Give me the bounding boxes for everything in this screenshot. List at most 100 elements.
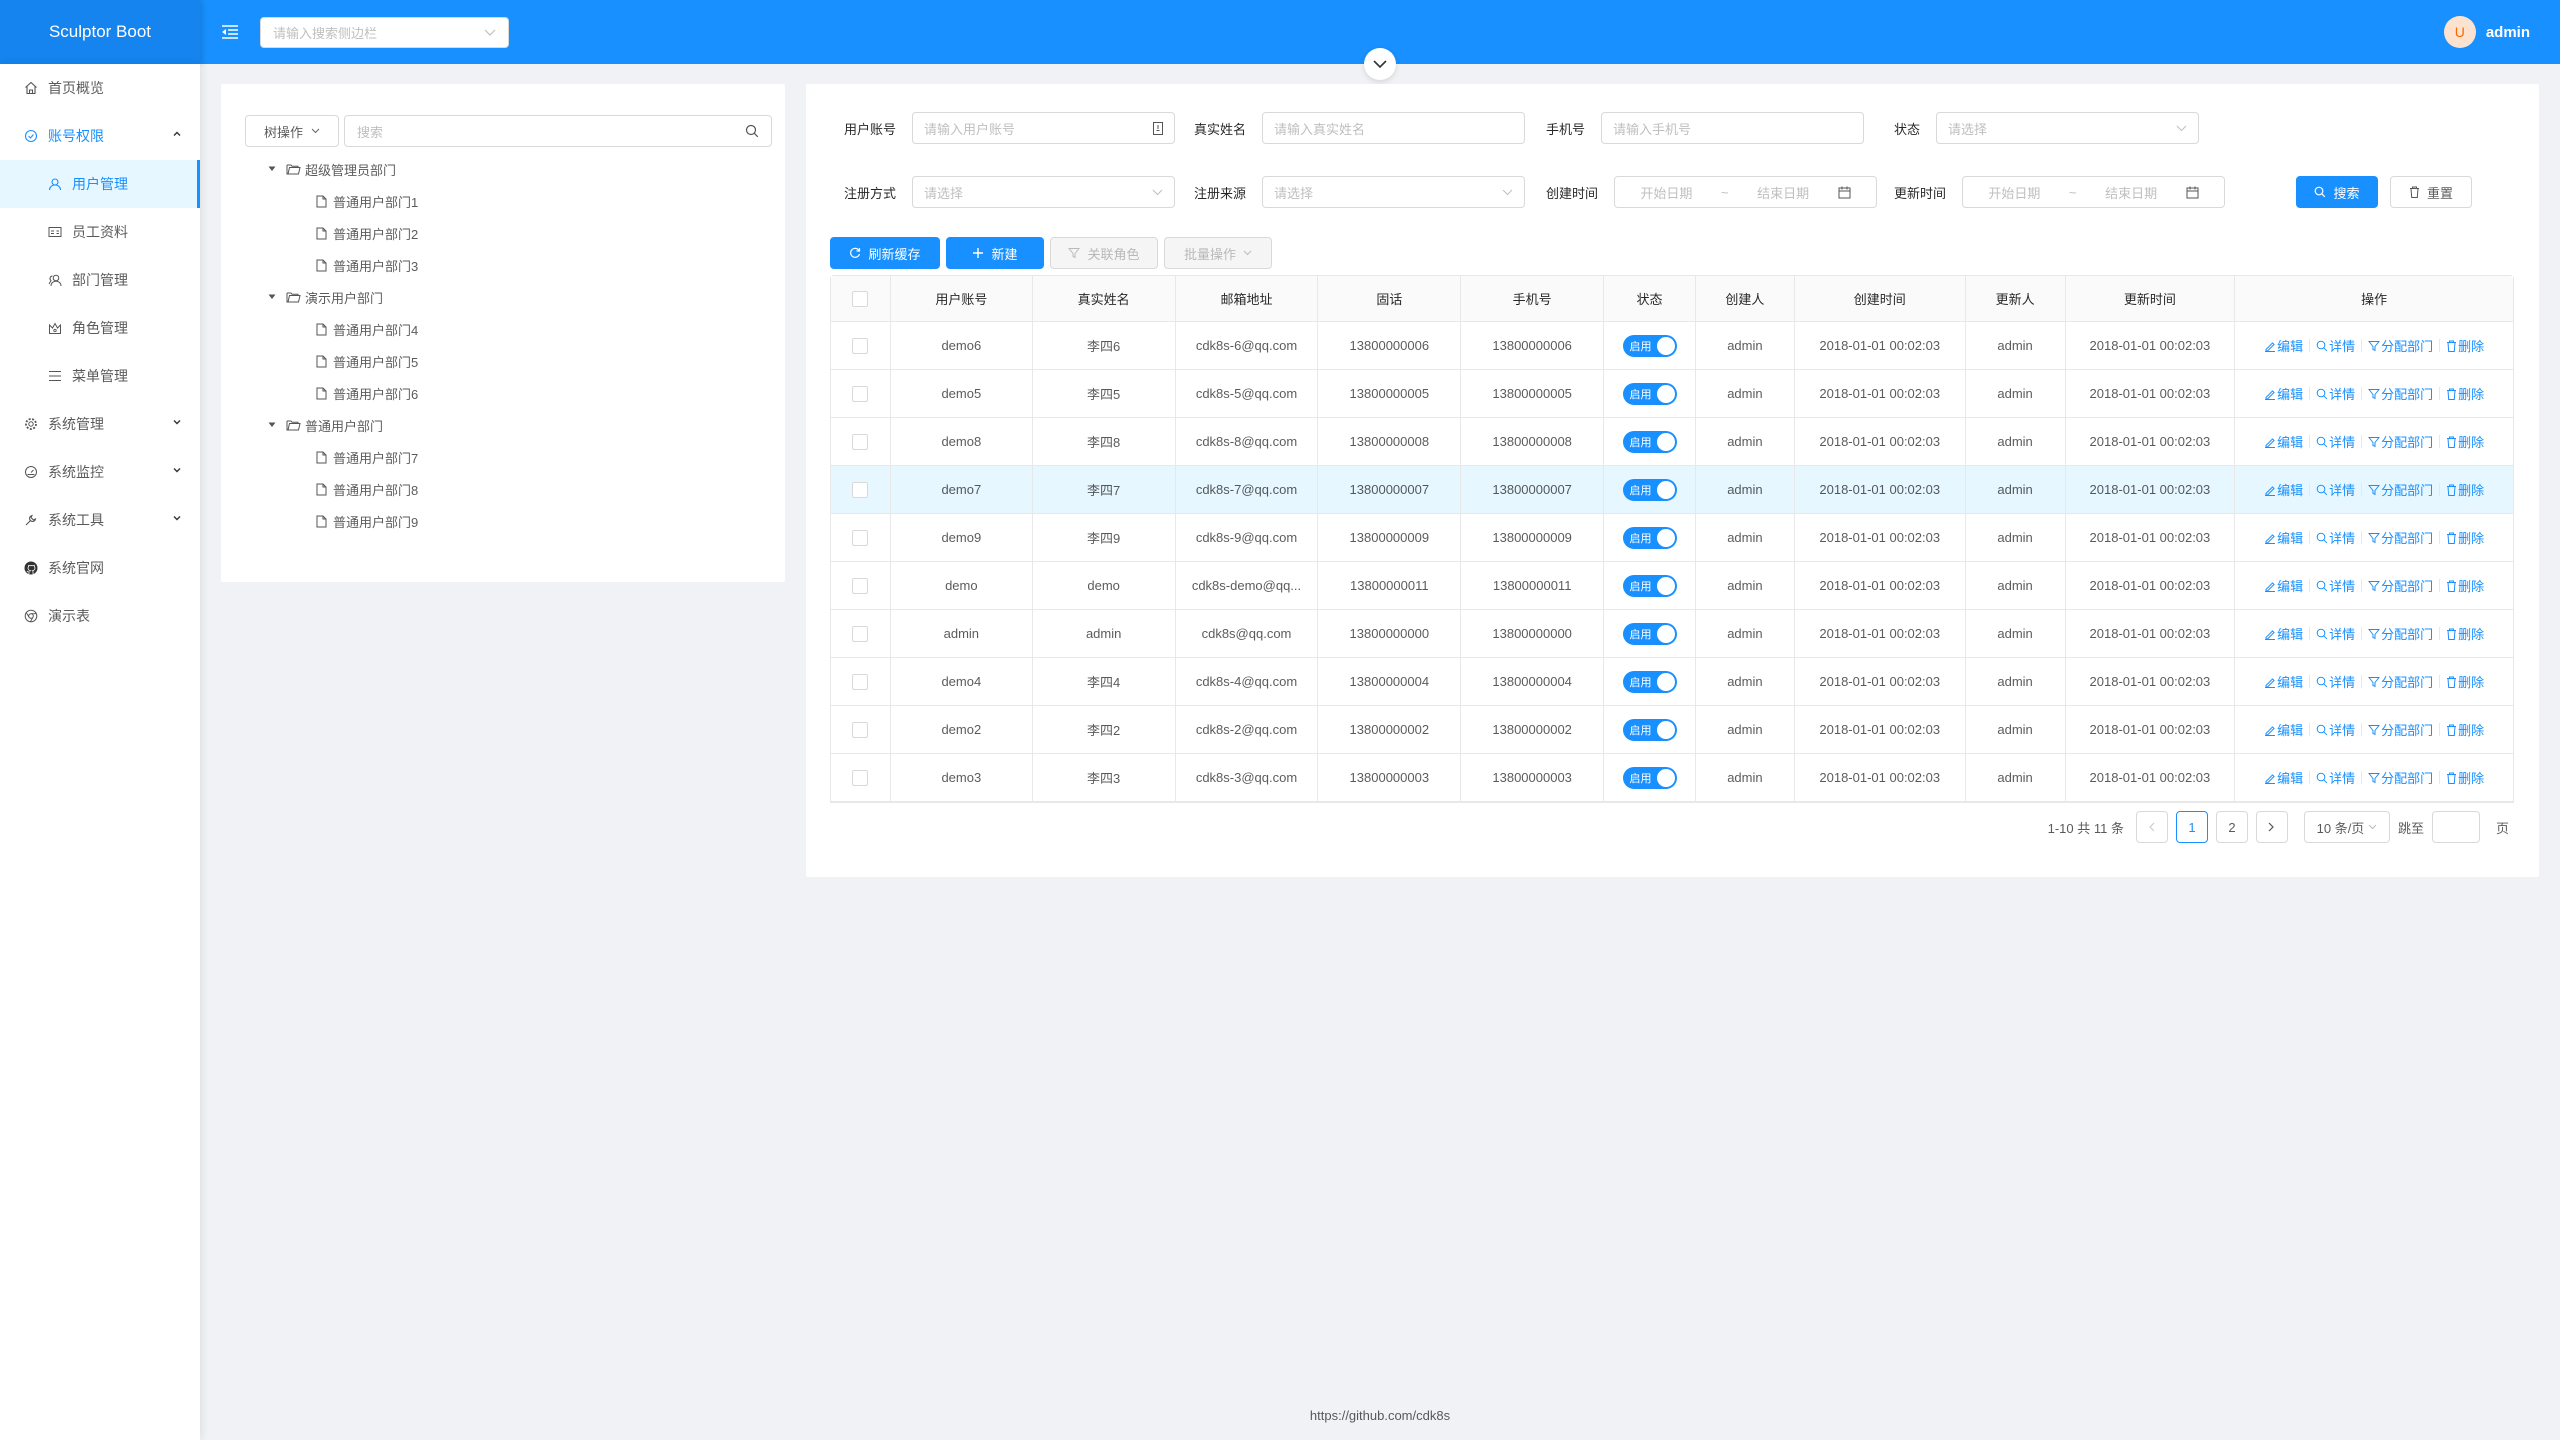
sidebar-item-monitor[interactable]: 系统监控 <box>0 448 200 496</box>
row-checkbox[interactable] <box>852 385 869 402</box>
assign-link[interactable]: 分配部门 <box>2368 528 2433 547</box>
detail-link[interactable]: 详情 <box>2316 624 2355 643</box>
status-toggle[interactable]: 启用 <box>1622 478 1677 501</box>
assign-link[interactable]: 分配部门 <box>2368 480 2433 499</box>
delete-link[interactable]: 删除 <box>2446 624 2484 643</box>
reset-button[interactable]: 重置 <box>2390 176 2472 208</box>
assign-link[interactable]: 分配部门 <box>2368 336 2433 355</box>
phone-input[interactable]: 请输入手机号 <box>1601 112 1865 144</box>
tree-node-group[interactable]: 超级管理员部门 <box>261 153 418 185</box>
refresh-cache-button[interactable]: 刷新缓存 <box>830 237 940 269</box>
tree-node-leaf[interactable]: 普通用户部门9 <box>261 505 418 537</box>
create-button[interactable]: 新建 <box>946 237 1044 269</box>
page-size-select[interactable]: 10 条/页 <box>2303 811 2390 843</box>
sidebar-item-menus[interactable]: 菜单管理 <box>0 352 200 400</box>
tree-node-leaf[interactable]: 普通用户部门5 <box>261 345 418 377</box>
menu-fold-icon[interactable] <box>218 20 242 44</box>
user-menu[interactable]: U admin <box>2443 0 2530 64</box>
sidebar-item-departments[interactable]: 部门管理 <box>0 256 200 304</box>
tree-node-leaf[interactable]: 普通用户部门2 <box>261 217 418 249</box>
row-checkbox[interactable] <box>852 673 869 690</box>
status-toggle[interactable]: 启用 <box>1622 334 1677 357</box>
tree-node-leaf[interactable]: 普通用户部门3 <box>261 249 418 281</box>
detail-link[interactable]: 详情 <box>2316 528 2355 547</box>
page-1-button[interactable]: 1 <box>2175 811 2208 843</box>
table-row[interactable]: demo3 李四3 cdk8s-3@qq.com 13800000003 1380000… <box>831 754 2513 802</box>
status-toggle[interactable]: 启用 <box>1622 766 1677 789</box>
detail-link[interactable]: 详情 <box>2316 768 2355 787</box>
edit-link[interactable]: 编辑 <box>2264 624 2303 643</box>
assign-link[interactable]: 分配部门 <box>2368 576 2433 595</box>
delete-link[interactable]: 删除 <box>2446 528 2484 547</box>
page-2-button[interactable]: 2 <box>2215 811 2248 843</box>
table-row[interactable]: demo5 李四5 cdk8s-5@qq.com 13800000005 1380000… <box>831 370 2513 418</box>
delete-link[interactable]: 删除 <box>2446 672 2484 691</box>
assign-link[interactable]: 分配部门 <box>2368 432 2433 451</box>
sidebar-item-system[interactable]: 系统管理 <box>0 400 200 448</box>
row-checkbox[interactable] <box>852 481 869 498</box>
row-checkbox[interactable] <box>852 529 869 546</box>
table-row[interactable]: demo8 李四8 cdk8s-8@qq.com 13800000008 1380000… <box>831 418 2513 466</box>
detail-link[interactable]: 详情 <box>2316 336 2355 355</box>
assign-link[interactable]: 分配部门 <box>2368 624 2433 643</box>
caret-down-icon[interactable] <box>261 166 283 172</box>
sidebar-item-demo-table[interactable]: 演示表 <box>0 592 200 640</box>
batch-operation-button[interactable]: 批量操作 <box>1164 237 1272 269</box>
username-input[interactable]: 请输入用户账号 <box>912 112 1176 144</box>
sidebar-item-website[interactable]: 系统官网 <box>0 544 200 592</box>
app-logo[interactable]: Sculptor Boot <box>0 0 200 64</box>
header-toggle-button[interactable] <box>1364 48 1396 80</box>
detail-link[interactable]: 详情 <box>2316 720 2355 739</box>
next-page-button[interactable] <box>2255 811 2288 843</box>
row-checkbox[interactable] <box>852 577 869 594</box>
status-toggle[interactable]: 启用 <box>1622 382 1677 405</box>
updated-time-range[interactable]: 开始日期 ~ 结束日期 <box>1962 176 2226 208</box>
edit-link[interactable]: 编辑 <box>2264 336 2303 355</box>
sidebar-item-tools[interactable]: 系统工具 <box>0 496 200 544</box>
row-checkbox[interactable] <box>852 337 869 354</box>
sidebar-item-home[interactable]: 首页概览 <box>0 64 200 112</box>
tree-node-leaf[interactable]: 普通用户部门4 <box>261 313 418 345</box>
tree-node-leaf[interactable]: 普通用户部门8 <box>261 473 418 505</box>
jump-page-input[interactable] <box>2431 811 2480 843</box>
status-toggle[interactable]: 启用 <box>1622 430 1677 453</box>
sidebar-item-roles[interactable]: 角色管理 <box>0 304 200 352</box>
detail-link[interactable]: 详情 <box>2316 672 2355 691</box>
delete-link[interactable]: 删除 <box>2446 432 2484 451</box>
assign-link[interactable]: 分配部门 <box>2368 720 2433 739</box>
created-time-range[interactable]: 开始日期 ~ 结束日期 <box>1614 176 1878 208</box>
caret-down-icon[interactable] <box>261 422 283 428</box>
row-checkbox[interactable] <box>852 721 869 738</box>
delete-link[interactable]: 删除 <box>2446 576 2484 595</box>
table-row[interactable]: demo6 李四6 cdk8s-6@qq.com 13800000006 1380000… <box>831 322 2513 370</box>
select-all-checkbox[interactable] <box>852 290 869 307</box>
row-checkbox[interactable] <box>852 769 869 786</box>
search-button[interactable]: 搜索 <box>2296 176 2378 208</box>
row-checkbox[interactable] <box>852 625 869 642</box>
delete-link[interactable]: 删除 <box>2446 768 2484 787</box>
sidebar-item-users[interactable]: 用户管理 <box>0 160 200 208</box>
edit-link[interactable]: 编辑 <box>2264 384 2303 403</box>
delete-link[interactable]: 删除 <box>2446 336 2484 355</box>
edit-link[interactable]: 编辑 <box>2264 576 2303 595</box>
link-role-button[interactable]: 关联角色 <box>1050 237 1158 269</box>
edit-link[interactable]: 编辑 <box>2264 720 2303 739</box>
status-toggle[interactable]: 启用 <box>1622 574 1677 597</box>
status-toggle[interactable]: 启用 <box>1622 622 1677 645</box>
realname-input[interactable]: 请输入真实姓名 <box>1262 112 1526 144</box>
table-row[interactable]: demo2 李四2 cdk8s-2@qq.com 13800000002 1380000… <box>831 706 2513 754</box>
edit-link[interactable]: 编辑 <box>2264 480 2303 499</box>
tree-node-leaf[interactable]: 普通用户部门6 <box>261 377 418 409</box>
assign-link[interactable]: 分配部门 <box>2368 768 2433 787</box>
tree-node-group[interactable]: 普通用户部门 <box>261 409 418 441</box>
table-row[interactable]: demo4 李四4 cdk8s-4@qq.com 13800000004 1380000… <box>831 658 2513 706</box>
detail-link[interactable]: 详情 <box>2316 576 2355 595</box>
table-row[interactable]: demo7 李四7 cdk8s-7@qq.com 13800000007 1380000… <box>831 466 2513 514</box>
edit-link[interactable]: 编辑 <box>2264 528 2303 547</box>
detail-link[interactable]: 详情 <box>2316 432 2355 451</box>
sidebar-item-staff[interactable]: 员工资料 <box>0 208 200 256</box>
tree-node-leaf[interactable]: 普通用户部门1 <box>261 185 418 217</box>
sidebar-search-select[interactable]: 请输入搜索侧边栏 <box>260 17 509 48</box>
search-icon[interactable] <box>745 124 759 138</box>
delete-link[interactable]: 删除 <box>2446 384 2484 403</box>
